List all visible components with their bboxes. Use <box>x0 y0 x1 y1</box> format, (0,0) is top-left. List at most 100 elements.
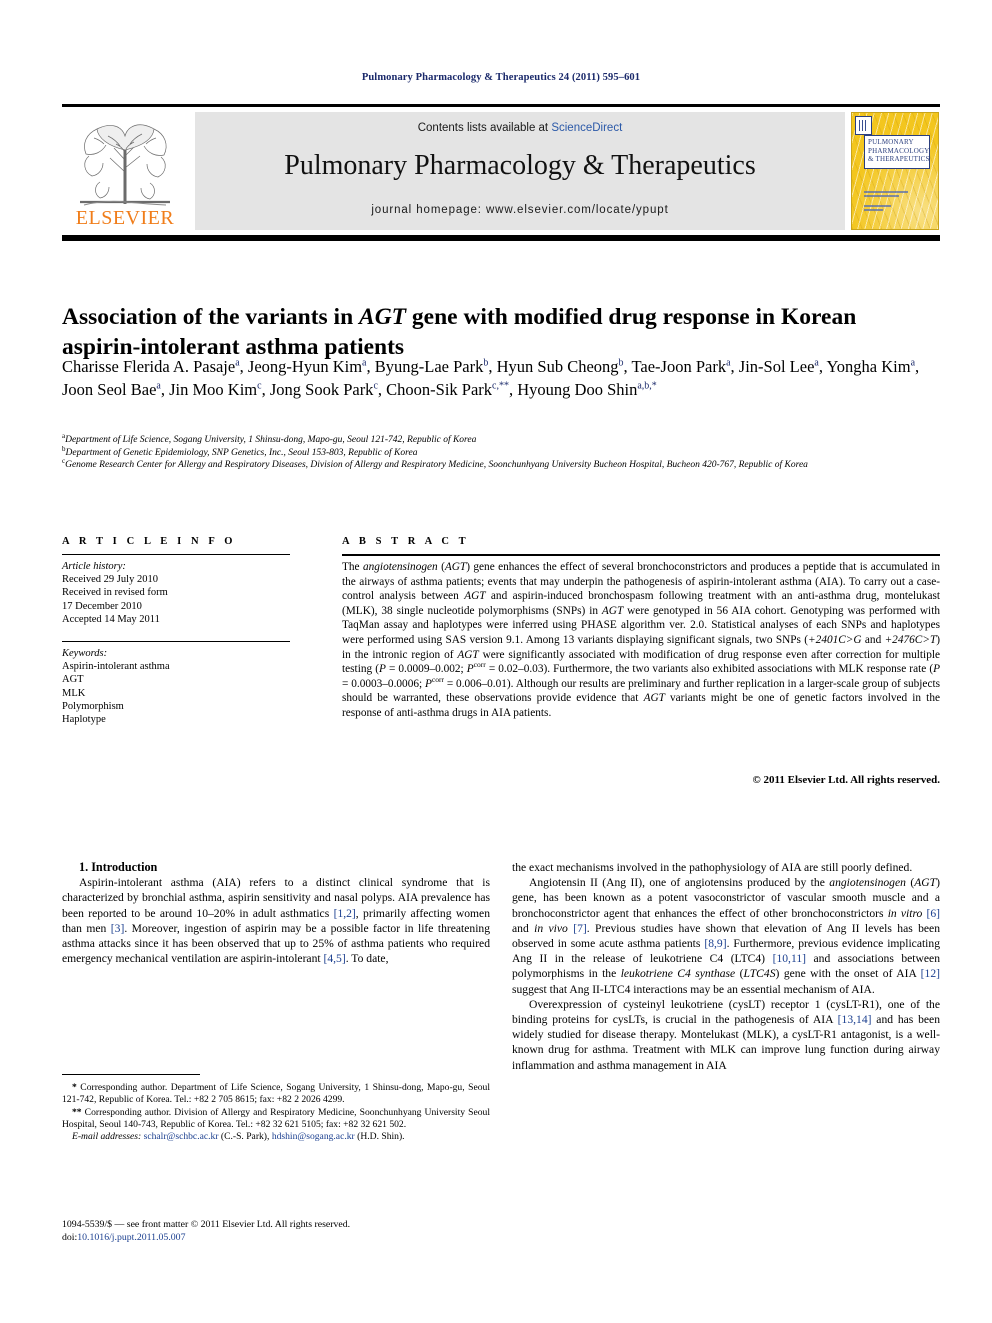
article-info-rule <box>62 554 290 555</box>
keyword-item: MLK <box>62 687 86 699</box>
author-name: Choon-Sik Park <box>386 380 493 399</box>
body-paragraph: Angiotensin II (Ang II), one of angioten… <box>512 876 940 996</box>
author-name: Jeong-Hyun Kim <box>247 357 363 376</box>
keyword-item: Polymorphism <box>62 700 124 712</box>
affiliation-list: aDepartment of Life Science, Sogang Univ… <box>62 431 940 472</box>
footnote-block: * Corresponding author. Department of Li… <box>62 1082 490 1143</box>
keywords-lines: Aspirin-intolerant asthma AGT MLK Polymorph… <box>62 660 290 726</box>
email-link-1[interactable]: schalr@schbc.ac.kr <box>144 1131 219 1142</box>
email-link-2[interactable]: hdshin@sogang.ac.kr <box>272 1131 355 1142</box>
author-affiliation-mark: a,b,* <box>637 380 657 392</box>
body-paragraph: the exact mechanisms involved in the pat… <box>512 861 913 874</box>
footnote-separator-rule <box>62 1074 200 1075</box>
article-history-label: Article history: <box>62 561 126 572</box>
masthead-bottom-rule <box>62 235 940 241</box>
sciencedirect-link[interactable]: ScienceDirect <box>551 122 622 134</box>
elsevier-wordmark: ELSEVIER <box>75 207 175 229</box>
author-name: Hyun Sub Cheong <box>496 357 619 376</box>
author-name: Hyoung Doo Shin <box>517 380 638 399</box>
author-name: Charisse Flerida A. Pasaje <box>62 357 236 376</box>
body-paragraph: Aspirin-intolerant asthma (AIA) refers t… <box>62 876 491 966</box>
article-history-line: Accepted 14 May 2011 <box>62 613 160 625</box>
colophon-block: 1094-5539/$ — see front matter © 2011 El… <box>62 1219 490 1244</box>
cover-title-line-2: PHARMACOLOGY <box>868 146 930 155</box>
sciencedirect-banner: Contents lists available at ScienceDirec… <box>195 112 845 230</box>
paper-page: Pulmonary Pharmacology & Therapeutics 24… <box>0 0 992 1323</box>
author-affiliation-mark: a <box>814 357 819 369</box>
doi-label: doi: <box>62 1231 78 1243</box>
affiliation-mark: a <box>62 431 66 440</box>
abstract-rule <box>342 554 940 556</box>
left-column-paragraphs: Aspirin-intolerant asthma (AIA) refers t… <box>62 875 490 966</box>
body-paragraph: Overexpression of cysteinyl leukotriene … <box>512 997 940 1072</box>
author-name: Byung-Lae Park <box>374 357 484 376</box>
issn-line: 1094-5539/$ — see front matter © 2011 El… <box>62 1219 351 1230</box>
corresponding-author-note-1: * Corresponding author. Department of Li… <box>62 1082 490 1106</box>
affiliation-line: aDepartment of Life Science, Sogang Univ… <box>62 431 477 445</box>
keyword-item: Aspirin-intolerant asthma <box>62 661 170 673</box>
author-name: Tae-Joon Park <box>631 357 727 376</box>
email-addresses-label: E-mail addresses: <box>72 1131 142 1143</box>
contents-prefix: Contents lists available at <box>417 122 552 134</box>
author-name: Yongha Kim <box>826 357 911 376</box>
article-history-line: Received 29 July 2010 <box>62 574 158 586</box>
article-history-lines: Received 29 July 2010 Received in revised… <box>62 573 290 626</box>
journal-cover-thumbnail: PULMONARY PHARMACOLOGY & THERAPEUTICS <box>851 112 939 230</box>
article-history-line: 17 December 2010 <box>62 600 142 612</box>
author-affiliation-mark: c,** <box>492 380 509 392</box>
masthead-top-rule <box>62 104 940 107</box>
affiliation-mark: b <box>62 444 66 453</box>
author-affiliation-mark: c <box>373 380 378 392</box>
keywords-rule <box>62 641 290 642</box>
author-affiliation-mark: a <box>156 380 161 392</box>
author-name: Joon Seol Bae <box>62 380 157 399</box>
cover-elsevier-mark <box>855 116 872 135</box>
keyword-item: Haplotype <box>62 714 106 726</box>
article-history-line: Received in revised form <box>62 587 168 599</box>
author-list: Charisse Flerida A. Pasajea, Jeong-Hyun … <box>62 357 920 399</box>
author-name: Jin Moo Kim <box>169 380 258 399</box>
cover-title-line-3: & THERAPEUTICS <box>868 155 930 163</box>
affiliation-line: bDepartment of Genetic Epidemiology, SNP… <box>62 444 418 458</box>
section-heading-introduction: 1. Introduction <box>79 860 158 874</box>
author-affiliation-mark: a <box>910 357 916 369</box>
author-affiliation-mark: c <box>257 380 262 392</box>
cover-title-line-1: PULMONARY <box>868 138 914 146</box>
copyright-line: © 2011 Elsevier Ltd. All rights reserved… <box>752 774 940 786</box>
journal-masthead: ELSEVIER Contents lists available at Sci… <box>62 104 940 241</box>
cover-title-box: PULMONARY PHARMACOLOGY & THERAPEUTICS <box>864 135 930 169</box>
author-affiliation-mark: a <box>362 357 367 369</box>
author-name: Jin-Sol Lee <box>738 357 815 376</box>
keyword-item: AGT <box>62 674 84 686</box>
body-column-left: 1. Introduction Aspirin-intolerant asthm… <box>62 860 490 966</box>
running-head: Pulmonary Pharmacology & Therapeutics 24… <box>361 72 641 83</box>
corresponding-author-note-2: ** Corresponding author. Division of All… <box>62 1106 490 1130</box>
elsevier-logo: ELSEVIER <box>64 112 186 230</box>
email-owner-1: (C.-S. Park) <box>220 1131 268 1143</box>
author-name: Jong Sook Park <box>269 380 374 399</box>
affiliation-mark: c <box>62 456 66 465</box>
email-addresses-note: E-mail addresses: schalr@schbc.ac.kr (C.… <box>72 1131 405 1143</box>
right-column-paragraphs: the exact mechanisms involved in the pat… <box>512 860 940 1073</box>
doi-link[interactable]: 10.1016/j.pupt.2011.05.007 <box>77 1232 185 1243</box>
contents-available-line: Contents lists available at ScienceDirec… <box>195 122 845 134</box>
author-affiliation-mark: a <box>726 357 731 369</box>
author-affiliation-mark: b <box>483 357 489 369</box>
journal-homepage-link[interactable]: journal homepage: www.elsevier.com/locat… <box>195 204 845 216</box>
elsevier-tree-icon <box>80 124 170 206</box>
journal-title: Pulmonary Pharmacology & Therapeutics <box>284 150 756 181</box>
abstract-body: The angiotensinogen (AGT) gene enhances … <box>342 561 940 719</box>
body-column-right: the exact mechanisms involved in the pat… <box>512 860 940 1073</box>
article-info-block: Article history: Received 29 July 2010 Re… <box>62 560 290 726</box>
affiliation-line: cGenome Research Center for Allergy and … <box>62 456 808 470</box>
cover-subtext <box>864 191 920 213</box>
title-gene-name: AGT <box>359 303 407 330</box>
doi-line: doi:10.1016/j.pupt.2011.05.007 <box>62 1232 490 1245</box>
keywords-block: Keywords: Aspirin-intolerant asthma AGT ML… <box>62 647 290 726</box>
abstract-heading: A B S T R A C T <box>342 536 470 547</box>
keywords-label: Keywords: <box>62 648 108 660</box>
title-part-1: Association of the variants in <box>62 303 360 330</box>
article-info-heading: A R T I C L E I N F O <box>62 536 237 547</box>
page-title: Association of the variants in AGT gene … <box>62 302 940 362</box>
author-affiliation-mark: b <box>618 357 624 369</box>
